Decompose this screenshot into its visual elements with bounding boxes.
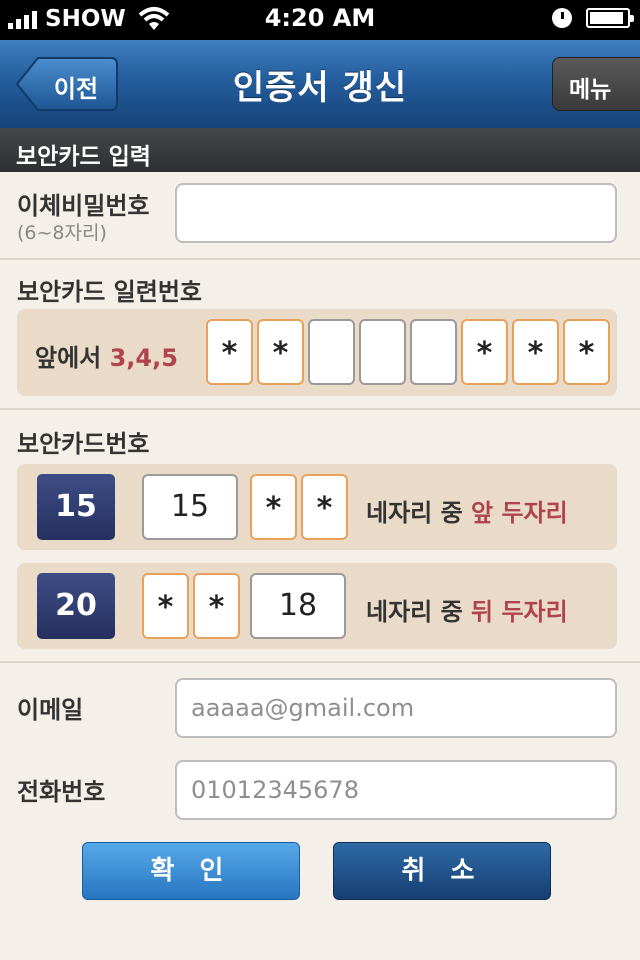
card-number-masked: * bbox=[250, 474, 297, 540]
card-number-hint-highlight: 앞 두자리 bbox=[471, 499, 568, 527]
transfer-password-field[interactable] bbox=[175, 183, 617, 243]
card-number-input-1[interactable]: 15 bbox=[142, 474, 238, 540]
status-time: 4:20 AM bbox=[264, 4, 376, 32]
serial-instruction-positions: 3,4,5 bbox=[109, 344, 178, 372]
section-header: 보안카드 입력 bbox=[0, 128, 640, 172]
serial-cell-5-input[interactable] bbox=[410, 319, 457, 385]
card-number-label: 보안카드번호 bbox=[17, 430, 150, 458]
card-number-row-1: 15 15 * * 네자리 중 앞 두자리 bbox=[17, 464, 617, 550]
serial-cell-4-input[interactable] bbox=[359, 319, 406, 385]
battery-icon bbox=[586, 8, 634, 28]
status-bar: SHOW 4:20 AM bbox=[0, 0, 640, 40]
email-field[interactable] bbox=[175, 678, 617, 738]
serial-instruction-prefix: 앞에서 bbox=[35, 344, 110, 372]
clock-icon bbox=[552, 8, 572, 28]
phone-field[interactable] bbox=[175, 760, 617, 820]
transfer-password-label: 이체비밀번호 bbox=[17, 192, 150, 220]
card-index-badge: 15 bbox=[37, 474, 115, 540]
serial-instruction: 앞에서 3,4,5 bbox=[35, 338, 178, 373]
card-number-masked: * bbox=[301, 474, 348, 540]
serial-cell-2: * bbox=[257, 319, 304, 385]
cancel-button[interactable]: 취 소 bbox=[333, 842, 551, 900]
card-number-hint: 네자리 중 앞 두자리 bbox=[366, 493, 568, 528]
serial-panel: 앞에서 3,4,5 * * * * * bbox=[17, 309, 617, 396]
menu-button[interactable]: 메뉴 bbox=[552, 57, 640, 111]
phone-label: 전화번호 bbox=[17, 778, 106, 806]
serial-cell-7: * bbox=[512, 319, 559, 385]
serial-cell-3-input[interactable] bbox=[308, 319, 355, 385]
divider bbox=[0, 408, 640, 410]
serial-label: 보안카드 일련번호 bbox=[17, 278, 202, 306]
serial-cell-8: * bbox=[563, 319, 610, 385]
nav-bar: 이전 인증서 갱신 메뉴 bbox=[0, 40, 640, 128]
card-number-row-2: 20 * * 18 네자리 중 뒤 두자리 bbox=[17, 563, 617, 649]
divider bbox=[0, 661, 640, 663]
serial-cell-6: * bbox=[461, 319, 508, 385]
card-number-hint-highlight: 뒤 두자리 bbox=[471, 598, 568, 626]
card-number-input-2[interactable]: 18 bbox=[250, 573, 346, 639]
card-number-hint-prefix: 네자리 중 bbox=[366, 598, 472, 626]
confirm-button[interactable]: 확 인 bbox=[82, 842, 300, 900]
card-index-badge: 20 bbox=[37, 573, 115, 639]
serial-cell-1: * bbox=[206, 319, 253, 385]
card-number-masked: * bbox=[193, 573, 240, 639]
card-number-hint: 네자리 중 뒤 두자리 bbox=[366, 592, 568, 627]
page-title: 인증서 갱신 bbox=[232, 68, 408, 108]
card-number-hint-prefix: 네자리 중 bbox=[366, 499, 472, 527]
divider bbox=[0, 258, 640, 260]
card-number-masked: * bbox=[142, 573, 189, 639]
email-label: 이메일 bbox=[17, 696, 84, 724]
transfer-password-sublabel: (6~8자리) bbox=[17, 222, 107, 244]
